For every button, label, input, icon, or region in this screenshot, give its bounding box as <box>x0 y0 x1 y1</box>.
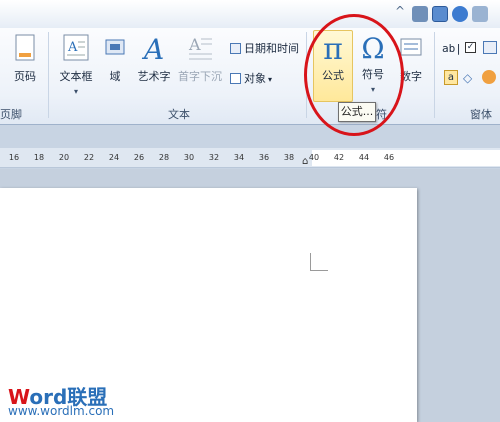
ruler-tick: 42 <box>333 153 345 162</box>
ruler-tick: 18 <box>33 153 45 162</box>
group-separator <box>48 32 49 118</box>
object-button[interactable]: 对象 ▾ <box>230 70 272 86</box>
watermark-url: www.wordlm.com <box>8 404 115 418</box>
chevron-down-icon: ▾ <box>268 75 273 84</box>
eraser-icon[interactable]: ◇ <box>463 71 472 85</box>
svg-text:A: A <box>141 34 164 62</box>
drop-cap-button[interactable]: A 首字下沉 <box>178 34 222 84</box>
text-box-icon: A <box>63 34 89 61</box>
ruler-tick: 16 <box>8 153 20 162</box>
text-field-control[interactable]: ab| <box>442 42 462 55</box>
word-art-button[interactable]: A 艺术字 <box>136 34 172 84</box>
ruler-tick: 36 <box>258 153 270 162</box>
chevron-down-icon: ▾ <box>73 87 78 96</box>
ruler-tick: 38 <box>283 153 295 162</box>
object-icon <box>230 73 241 84</box>
checkbox-icon[interactable]: ✓ <box>465 42 476 53</box>
web-icon[interactable] <box>452 6 468 22</box>
group-label-header-footer: 页脚 <box>0 108 22 121</box>
highlight-circle-annotation <box>304 14 404 136</box>
field-icon <box>105 39 125 55</box>
ruler-tick: 32 <box>208 153 220 162</box>
calendar-icon <box>230 43 241 54</box>
group-label-form: 窗体 <box>470 108 492 121</box>
drop-cap-icon: A <box>188 35 212 60</box>
ruler-tick: 28 <box>158 153 170 162</box>
horizontal-ruler[interactable]: 16 18 20 22 24 26 28 30 32 34 36 38 40 4… <box>0 148 500 168</box>
window-icon[interactable] <box>412 6 428 22</box>
chevron-up-icon[interactable]: ^ <box>395 4 405 18</box>
ruler-tick: 24 <box>108 153 120 162</box>
list-control-icon[interactable] <box>483 41 497 54</box>
settings-icon[interactable] <box>472 6 488 22</box>
number-icon <box>400 38 422 56</box>
group-label-text: 文本 <box>168 108 190 121</box>
ribbon: 页码 页脚 A 文本框 ▾ 域 A 艺术字 A 首字下沉 日期和时间 对象 ▾ … <box>0 28 500 125</box>
indent-marker-icon[interactable]: ⌂ <box>302 156 308 167</box>
date-time-button[interactable]: 日期和时间 <box>230 40 299 56</box>
text-box-button[interactable]: A 文本框 ▾ <box>56 34 96 96</box>
page-number-button[interactable]: 页码 <box>8 34 42 84</box>
ruler-tick: 30 <box>183 153 195 162</box>
home-icon[interactable] <box>432 6 448 22</box>
ruler-tick: 26 <box>133 153 145 162</box>
word-art-icon: A <box>141 34 164 62</box>
label-control-icon[interactable]: a <box>444 70 458 85</box>
ruler-tick: 22 <box>83 153 95 162</box>
group-separator <box>434 32 435 118</box>
page-number-icon <box>15 34 35 61</box>
field-button[interactable]: 域 <box>102 34 128 84</box>
ruler-tick: 20 <box>58 153 70 162</box>
palette-icon[interactable] <box>482 70 496 84</box>
ruler-tick: 44 <box>358 153 370 162</box>
page-margin-corner <box>310 253 328 271</box>
ruler-tick: 46 <box>383 153 395 162</box>
svg-text:A: A <box>67 40 78 55</box>
ruler-tick: 34 <box>233 153 245 162</box>
svg-text:A: A <box>188 35 201 54</box>
title-bar: ^ <box>0 0 500 28</box>
